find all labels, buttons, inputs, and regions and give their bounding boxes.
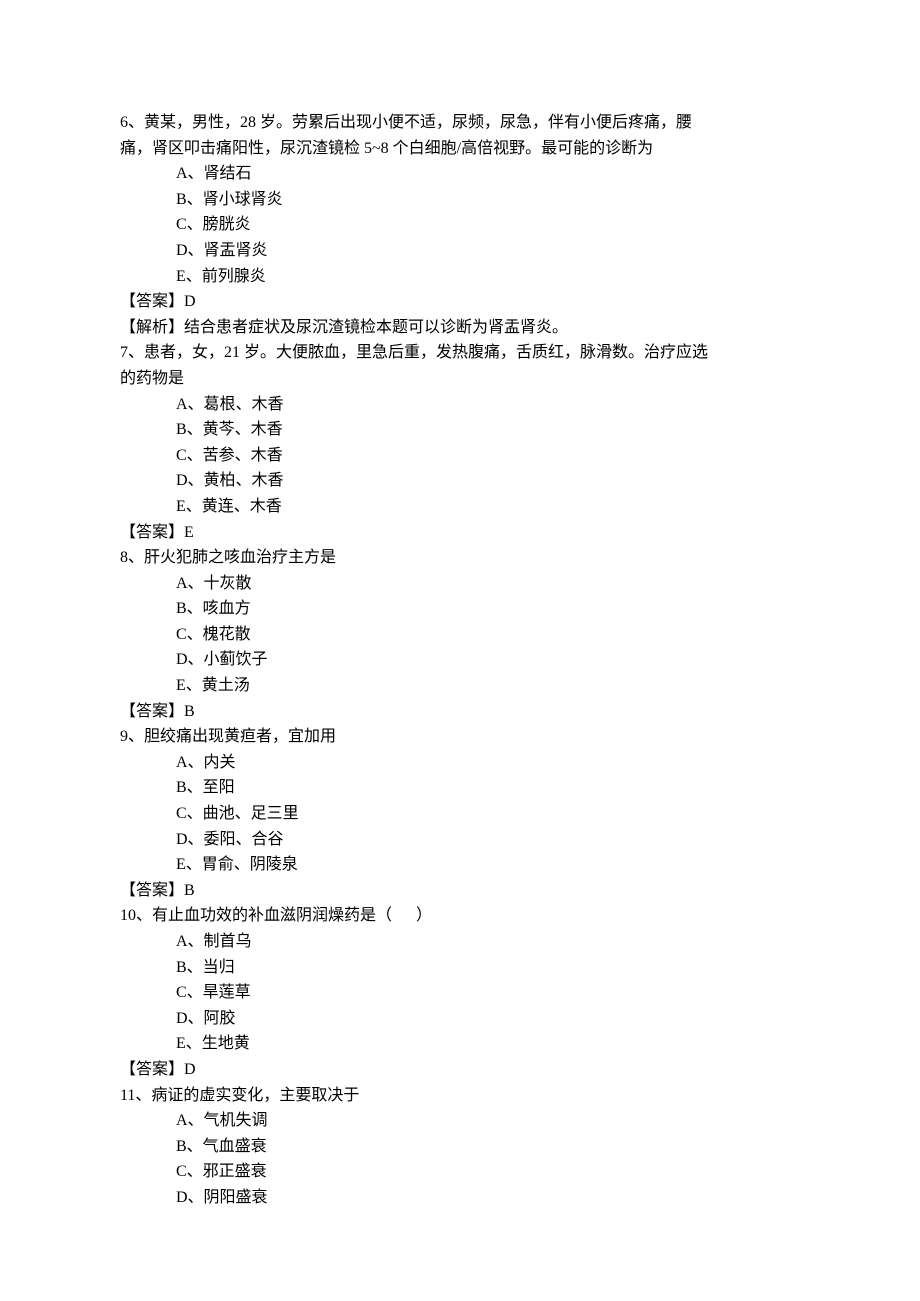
question-stem: 11、病证的虚实变化，主要取决于 [120,1083,800,1109]
page-content: 6、黄某，男性，28 岁。劳累后出现小便不适，尿频，尿急，伴有小便后疼痛，腰痛，… [0,0,920,1301]
question-option: A、十灰散 [120,571,800,597]
question-option: E、黄连、木香 [120,494,800,520]
question-option: B、当归 [120,955,800,981]
question-option: D、阿胶 [120,1006,800,1032]
question-option: C、槐花散 [120,622,800,648]
question-stem: 的药物是 [120,366,800,392]
question-option: A、葛根、木香 [120,392,800,418]
question-option: A、内关 [120,750,800,776]
answer-line: 【答案】B [120,878,800,904]
question-stem: 痛，肾区叩击痛阳性，尿沉渣镜检 5~8 个白细胞/高倍视野。最可能的诊断为 [120,136,800,162]
question-stem: 6、黄某，男性，28 岁。劳累后出现小便不适，尿频，尿急，伴有小便后疼痛，腰 [120,110,800,136]
question-option: C、邪正盛衰 [120,1159,800,1185]
question-option: D、肾盂肾炎 [120,238,800,264]
question-option: D、黄柏、木香 [120,468,800,494]
question-option: B、咳血方 [120,596,800,622]
answer-line: 【答案】E [120,520,800,546]
question-option: E、前列腺炎 [120,264,800,290]
question-option: C、膀胱炎 [120,212,800,238]
question-option: C、苦参、木香 [120,443,800,469]
question-option: C、曲池、足三里 [120,801,800,827]
question-option: B、至阳 [120,775,800,801]
question-stem: 7、患者，女，21 岁。大便脓血，里急后重，发热腹痛，舌质红，脉滑数。治疗应选 [120,340,800,366]
answer-line: 【答案】D [120,289,800,315]
question-stem: 10、有止血功效的补血滋阴润燥药是（ ） [120,903,800,929]
question-option: D、委阳、合谷 [120,827,800,853]
question-stem: 8、肝火犯肺之咳血治疗主方是 [120,545,800,571]
question-option: E、生地黄 [120,1031,800,1057]
question-option: E、胃俞、阴陵泉 [120,852,800,878]
question-option: A、肾结石 [120,161,800,187]
answer-line: 【答案】D [120,1057,800,1083]
question-option: A、制首乌 [120,929,800,955]
question-option: D、小蓟饮子 [120,647,800,673]
question-option: E、黄土汤 [120,673,800,699]
question-stem: 9、胆绞痛出现黄疸者，宜加用 [120,724,800,750]
question-option: B、气血盛衰 [120,1134,800,1160]
analysis-line: 【解析】结合患者症状及尿沉渣镜检本题可以诊断为肾盂肾炎。 [120,315,800,341]
question-option: C、旱莲草 [120,980,800,1006]
question-option: B、肾小球肾炎 [120,187,800,213]
answer-line: 【答案】B [120,699,800,725]
question-option: B、黄芩、木香 [120,417,800,443]
question-option: D、阴阳盛衰 [120,1185,800,1211]
question-option: A、气机失调 [120,1108,800,1134]
